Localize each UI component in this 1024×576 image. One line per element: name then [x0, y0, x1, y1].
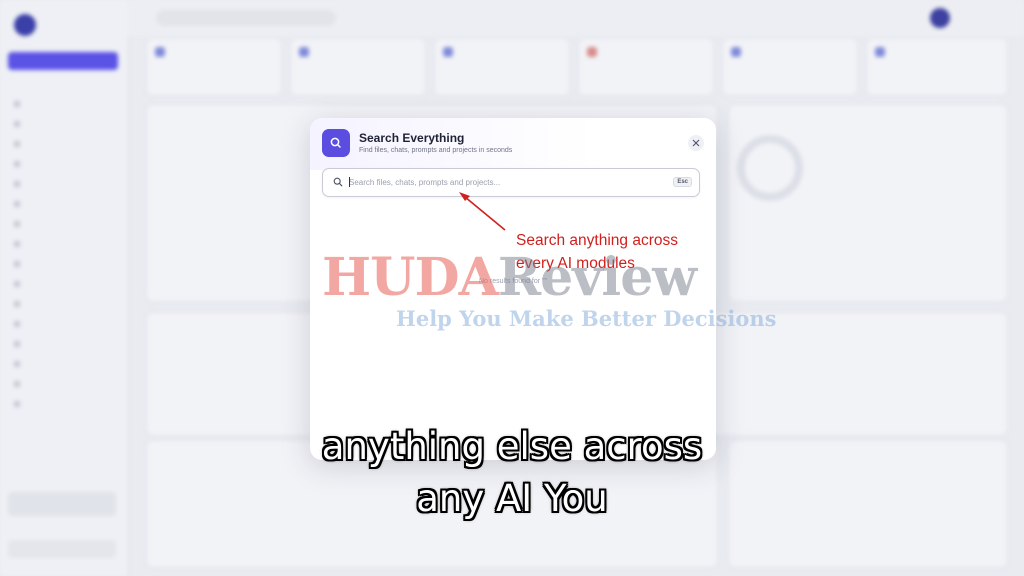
stat-card — [578, 38, 714, 96]
sidebar-item — [14, 194, 114, 214]
caption-line-1: anything else across — [321, 425, 703, 468]
stat-card — [290, 38, 426, 96]
sidebar-item — [14, 94, 114, 114]
sidebar-item — [14, 334, 114, 354]
sidebar-item — [14, 274, 114, 294]
usage-gauge — [737, 135, 803, 201]
stat-icon — [299, 47, 309, 57]
avatar — [930, 8, 950, 28]
sidebar-item — [14, 294, 114, 314]
sidebar-item — [14, 154, 114, 174]
sidebar-item — [14, 394, 114, 414]
sidebar-item — [14, 254, 114, 274]
sidebar-item — [14, 134, 114, 154]
close-icon — [692, 139, 700, 147]
sidebar-item — [14, 314, 114, 334]
new-button — [8, 52, 118, 70]
app-logo — [14, 14, 36, 36]
topbar-search — [156, 10, 336, 26]
watermark-part-2: Review — [497, 247, 697, 308]
stat-icon — [587, 47, 597, 57]
watermark-tagline: Help You Make Better Decisions — [396, 306, 777, 331]
sidebar-nav — [14, 94, 114, 414]
stat-icon — [731, 47, 741, 57]
stat-icon — [155, 47, 165, 57]
modal-header: Search Everything Find files, chats, pro… — [310, 118, 716, 170]
watermark-logo: HUDAReview — [322, 247, 697, 308]
sidebar-item — [14, 354, 114, 374]
sidebar-footer — [8, 540, 116, 558]
sidebar-item — [14, 174, 114, 194]
stat-card — [146, 38, 282, 96]
sidebar-item — [14, 374, 114, 394]
search-field[interactable]: Esc — [322, 168, 700, 197]
caption-line-2: any AI You — [416, 477, 608, 520]
esc-shortcut-badge[interactable]: Esc — [673, 177, 692, 187]
stat-icon — [443, 47, 453, 57]
sidebar-item — [14, 114, 114, 134]
close-button[interactable] — [688, 135, 704, 151]
watermark-part-1: HUDA — [322, 247, 499, 308]
search-input[interactable] — [349, 174, 649, 190]
sidebar-item — [14, 234, 114, 254]
stat-icon — [875, 47, 885, 57]
sidebar-item — [14, 214, 114, 234]
stat-card — [722, 38, 858, 96]
usage-panel — [728, 104, 1008, 302]
search-icon — [322, 129, 350, 157]
topbar — [128, 0, 1024, 36]
search-icon — [333, 177, 343, 187]
modal-subtitle: Find files, chats, prompts and projects … — [359, 147, 513, 154]
stat-card — [866, 38, 1008, 96]
modal-title: Search Everything — [359, 131, 465, 145]
stat-card — [434, 38, 570, 96]
text-caret — [349, 177, 350, 187]
